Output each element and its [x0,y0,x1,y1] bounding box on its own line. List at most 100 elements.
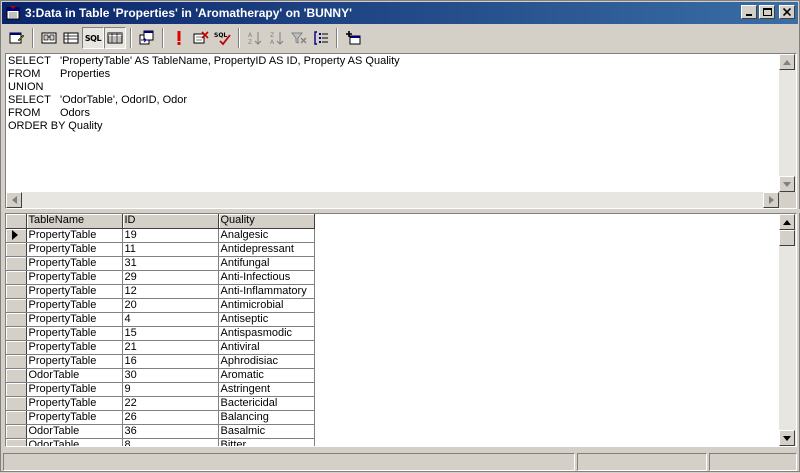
grid-vertical-scrollbar[interactable] [779,214,796,446]
cell-id[interactable]: 8 [122,438,219,446]
cell-tablename[interactable]: PropertyTable [26,326,123,341]
scroll-up-button[interactable] [779,214,795,230]
row-selector[interactable] [6,270,27,285]
cell-tablename[interactable]: PropertyTable [26,228,123,243]
cell-quality[interactable]: Antiviral [218,340,315,355]
cell-quality[interactable]: Antifungal [218,256,315,271]
sql-editor[interactable]: SELECT 'PropertyTable' AS TableName, Prop… [8,55,778,192]
cell-quality[interactable]: Anti-Inflammatory [218,284,315,299]
cell-id[interactable]: 31 [122,256,219,271]
app-icon[interactable] [5,5,21,21]
cell-quality[interactable]: Antiseptic [218,312,315,327]
run-button[interactable] [168,27,190,49]
cell-tablename[interactable]: PropertyTable [26,312,123,327]
scroll-down-button[interactable] [779,176,795,192]
scroll-up-button[interactable] [779,54,795,70]
cell-quality[interactable]: Basalmic [218,424,315,439]
cell-id[interactable]: 30 [122,368,219,383]
title-bar[interactable]: 3:Data in Table 'Properties' in 'Aromath… [2,2,798,24]
cell-id[interactable]: 36 [122,424,219,439]
cell-quality[interactable]: Aphrodisiac [218,354,315,369]
cell-tablename[interactable]: PropertyTable [26,354,123,369]
remove-filter-button[interactable] [190,27,212,49]
maximize-button[interactable] [759,5,775,19]
close-button[interactable] [779,5,795,19]
table-row[interactable]: PropertyTable 12 Anti-Inflammatory [6,284,315,299]
cell-quality[interactable]: Antispasmodic [218,326,315,341]
cell-tablename[interactable]: PropertyTable [26,298,123,313]
cell-id[interactable]: 12 [122,284,219,299]
cell-tablename[interactable]: PropertyTable [26,396,123,411]
table-row[interactable]: PropertyTable 16 Aphrodisiac [6,354,315,369]
cell-quality[interactable]: Antidepressant [218,242,315,257]
sql-pane[interactable]: SELECT 'PropertyTable' AS TableName, Prop… [5,53,797,209]
cell-quality[interactable]: Balancing [218,410,315,425]
results-pane-button[interactable] [104,27,126,49]
table-row[interactable]: PropertyTable 19 Analgesic [6,228,315,243]
row-selector[interactable] [6,312,27,327]
cell-id[interactable]: 20 [122,298,219,313]
sort-ascending-button[interactable]: A Z [244,27,266,49]
verify-sql-button[interactable]: SQL [212,27,234,49]
cell-id[interactable]: 29 [122,270,219,285]
cell-tablename[interactable]: PropertyTable [26,270,123,285]
column-header-tablename[interactable]: TableName [26,214,123,229]
sql-horizontal-scrollbar[interactable] [6,192,779,208]
table-row[interactable]: PropertyTable 22 Bactericidal [6,396,315,411]
row-selector[interactable] [6,354,27,369]
table-row[interactable]: PropertyTable 31 Antifungal [6,256,315,271]
cell-id[interactable]: 4 [122,312,219,327]
scroll-thumb[interactable] [779,230,795,246]
cell-quality[interactable]: Antimicrobial [218,298,315,313]
sql-pane-button[interactable]: SQL [82,27,104,49]
cell-id[interactable]: 9 [122,382,219,397]
column-header-quality[interactable]: Quality [218,214,315,229]
cell-id[interactable]: 22 [122,396,219,411]
row-selector-header[interactable] [6,214,27,229]
sort-descending-button[interactable]: Z A [266,27,288,49]
cell-tablename[interactable]: OdorTable [26,368,123,383]
change-query-type-button[interactable] [136,27,158,49]
row-selector[interactable] [6,382,27,397]
remove-filter-grid-button[interactable] [288,27,310,49]
diagram-pane-button[interactable] [38,27,60,49]
scroll-right-button[interactable] [763,192,779,208]
cell-tablename[interactable]: PropertyTable [26,340,123,355]
row-selector[interactable] [6,284,27,299]
table-row[interactable]: PropertyTable 26 Balancing [6,410,315,425]
row-selector[interactable] [6,438,27,446]
row-selector[interactable] [6,256,27,271]
cell-quality[interactable]: Bactericidal [218,396,315,411]
table-row[interactable]: PropertyTable 21 Antiviral [6,340,315,355]
scroll-down-button[interactable] [779,430,795,446]
cell-tablename[interactable]: OdorTable [26,438,123,446]
properties-button[interactable] [6,27,28,49]
table-row[interactable]: OdorTable 8 Bitter [6,438,315,446]
table-row[interactable]: PropertyTable 9 Astringent [6,382,315,397]
cell-id[interactable]: 26 [122,410,219,425]
row-selector[interactable] [6,396,27,411]
cell-tablename[interactable]: PropertyTable [26,256,123,271]
cell-id[interactable]: 15 [122,326,219,341]
row-selector[interactable] [6,228,27,243]
row-selector[interactable] [6,326,27,341]
cell-tablename[interactable]: PropertyTable [26,410,123,425]
table-row[interactable]: PropertyTable 15 Antispasmodic [6,326,315,341]
table-row[interactable]: PropertyTable 11 Antidepressant [6,242,315,257]
minimize-button[interactable] [741,5,757,19]
row-selector[interactable] [6,340,27,355]
cell-quality[interactable]: Astringent [218,382,315,397]
cell-quality[interactable]: Aromatic [218,368,315,383]
group-by-button[interactable] [310,27,332,49]
cell-id[interactable]: 21 [122,340,219,355]
cell-quality[interactable]: Bitter [218,438,315,446]
grid-pane-button[interactable] [60,27,82,49]
cell-quality[interactable]: Anti-Infectious [218,270,315,285]
cell-tablename[interactable]: PropertyTable [26,284,123,299]
table-row[interactable]: PropertyTable 29 Anti-Infectious [6,270,315,285]
cell-tablename[interactable]: PropertyTable [26,382,123,397]
cell-tablename[interactable]: PropertyTable [26,242,123,257]
row-selector[interactable] [6,424,27,439]
row-selector[interactable] [6,368,27,383]
table-row[interactable]: OdorTable 30 Aromatic [6,368,315,383]
